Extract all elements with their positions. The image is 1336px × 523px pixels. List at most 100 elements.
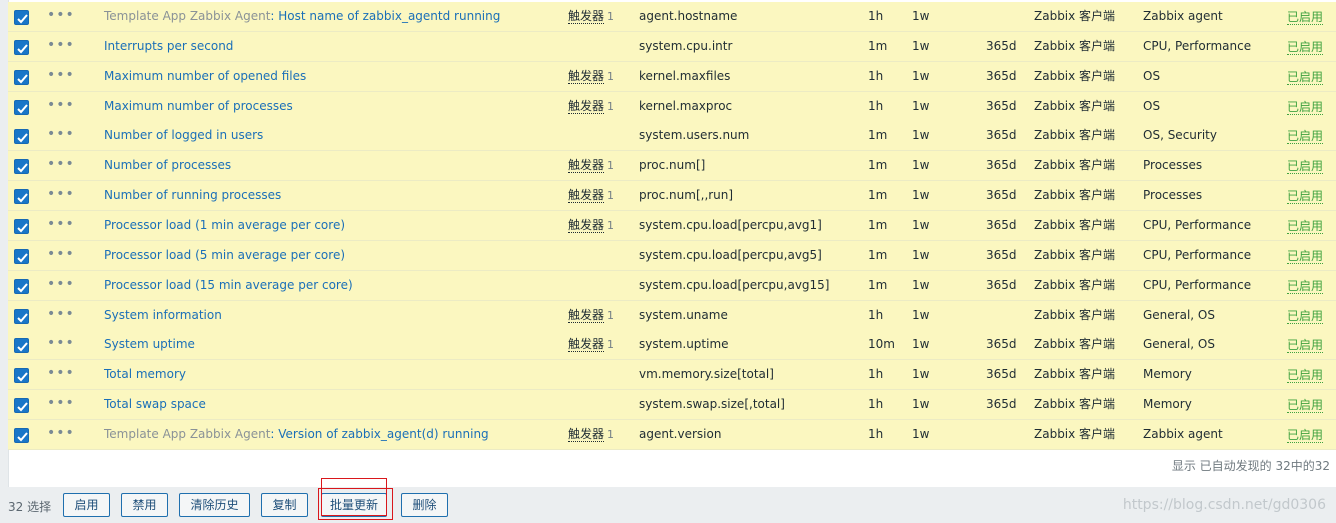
- item-trends: 365d: [986, 99, 1017, 113]
- status-toggle[interactable]: 已启用: [1287, 249, 1324, 264]
- row-checkbox[interactable]: [14, 70, 29, 85]
- row-menu-button[interactable]: •••: [47, 390, 75, 419]
- triggers-link[interactable]: 触发器 1: [568, 420, 614, 449]
- status-toggle[interactable]: 已启用: [1287, 159, 1324, 174]
- status-toggle[interactable]: 已启用: [1287, 10, 1324, 25]
- item-interval: 1h: [868, 99, 884, 113]
- item-name-link[interactable]: Processor load (5 min average per core): [104, 248, 345, 262]
- status-toggle[interactable]: 已启用: [1287, 428, 1324, 443]
- triggers-link[interactable]: 触发器 1: [568, 301, 614, 330]
- row-menu-button[interactable]: •••: [47, 360, 75, 389]
- item-history: 1w: [912, 278, 930, 292]
- item-name-link[interactable]: Interrupts per second: [104, 39, 233, 53]
- status-toggle[interactable]: 已启用: [1287, 40, 1324, 55]
- row-checkbox[interactable]: [14, 279, 29, 294]
- enable-button[interactable]: 启用: [63, 493, 110, 517]
- triggers-label[interactable]: 触发器: [568, 9, 605, 24]
- triggers-label[interactable]: 触发器: [568, 99, 605, 114]
- item-name-link[interactable]: Processor load (15 min average per core): [104, 278, 353, 292]
- item-type: Zabbix 客户端: [1034, 308, 1116, 322]
- row-menu-button[interactable]: •••: [47, 32, 75, 61]
- item-type: Zabbix 客户端: [1034, 248, 1116, 262]
- triggers-label[interactable]: 触发器: [568, 427, 605, 442]
- row-menu-button[interactable]: •••: [47, 92, 75, 121]
- item-name-link[interactable]: Number of processes: [104, 158, 231, 172]
- row-menu-button[interactable]: •••: [47, 271, 75, 300]
- row-checkbox[interactable]: [14, 309, 29, 324]
- status-toggle[interactable]: 已启用: [1287, 189, 1324, 204]
- triggers-count: 1: [607, 219, 615, 232]
- item-name-link[interactable]: Version of zabbix_agent(d) running: [278, 427, 488, 441]
- row-menu-button[interactable]: •••: [47, 330, 75, 359]
- item-history: 1w: [912, 308, 930, 322]
- checkmark-icon: [17, 432, 28, 442]
- row-menu-button[interactable]: •••: [47, 301, 75, 330]
- triggers-link[interactable]: 触发器 1: [568, 151, 614, 180]
- row-menu-button[interactable]: •••: [47, 62, 75, 91]
- template-link[interactable]: Template App Zabbix Agent: [104, 427, 270, 441]
- item-name-link[interactable]: Processor load (1 min average per core): [104, 218, 345, 232]
- status-toggle[interactable]: 已启用: [1287, 100, 1324, 115]
- row-checkbox[interactable]: [14, 219, 29, 234]
- triggers-link[interactable]: 触发器 1: [568, 330, 614, 359]
- row-checkbox[interactable]: [14, 10, 29, 25]
- row-checkbox[interactable]: [14, 129, 29, 144]
- clear-history-button[interactable]: 清除历史: [179, 493, 250, 517]
- triggers-label[interactable]: 触发器: [568, 158, 605, 173]
- triggers-label[interactable]: 触发器: [568, 188, 605, 203]
- status-toggle[interactable]: 已启用: [1287, 279, 1324, 294]
- item-name-link[interactable]: Number of logged in users: [104, 128, 263, 142]
- triggers-label[interactable]: 触发器: [568, 308, 605, 323]
- row-checkbox[interactable]: [14, 100, 29, 115]
- status-toggle[interactable]: 已启用: [1287, 338, 1324, 353]
- item-key: agent.hostname: [639, 9, 738, 23]
- triggers-link[interactable]: 触发器 1: [568, 2, 614, 31]
- row-menu-button[interactable]: •••: [47, 241, 75, 270]
- item-name-link[interactable]: Total swap space: [104, 397, 206, 411]
- status-toggle[interactable]: 已启用: [1287, 368, 1324, 383]
- row-checkbox[interactable]: [14, 368, 29, 383]
- item-name-link[interactable]: Maximum number of processes: [104, 99, 293, 113]
- triggers-label[interactable]: 触发器: [568, 337, 605, 352]
- status-toggle[interactable]: 已启用: [1287, 129, 1324, 144]
- triggers-label[interactable]: 触发器: [568, 69, 605, 84]
- item-applications: CPU, Performance: [1143, 218, 1252, 232]
- row-checkbox[interactable]: [14, 40, 29, 55]
- status-toggle[interactable]: 已启用: [1287, 309, 1324, 324]
- row-checkbox[interactable]: [14, 428, 29, 443]
- item-name-link[interactable]: System uptime: [104, 337, 195, 351]
- table-row: ••• Template App Zabbix Agent: Version of…: [8, 420, 1336, 450]
- item-name-link[interactable]: Number of running processes: [104, 188, 281, 202]
- triggers-link[interactable]: 触发器 1: [568, 92, 614, 121]
- row-menu-button[interactable]: •••: [47, 211, 75, 240]
- copy-button[interactable]: 复制: [261, 493, 308, 517]
- triggers-label[interactable]: 触发器: [568, 218, 605, 233]
- row-menu-button[interactable]: •••: [47, 2, 75, 31]
- disable-button[interactable]: 禁用: [121, 493, 168, 517]
- item-key: system.users.num: [639, 128, 750, 142]
- row-checkbox[interactable]: [14, 249, 29, 264]
- item-name-link[interactable]: Host name of zabbix_agentd running: [278, 9, 500, 23]
- item-name-link[interactable]: System information: [104, 308, 222, 322]
- triggers-link[interactable]: 触发器 1: [568, 211, 614, 240]
- status-toggle[interactable]: 已启用: [1287, 70, 1324, 85]
- row-checkbox[interactable]: [14, 398, 29, 413]
- row-menu-button[interactable]: •••: [47, 151, 75, 180]
- triggers-link[interactable]: 触发器 1: [568, 181, 614, 210]
- row-menu-button[interactable]: •••: [47, 181, 75, 210]
- row-menu-button[interactable]: •••: [47, 121, 75, 150]
- item-name-link[interactable]: Maximum number of opened files: [104, 69, 306, 83]
- item-name-link[interactable]: Total memory: [104, 367, 186, 381]
- row-checkbox[interactable]: [14, 338, 29, 353]
- triggers-link[interactable]: 触发器 1: [568, 62, 614, 91]
- status-toggle[interactable]: 已启用: [1287, 398, 1324, 413]
- status-toggle[interactable]: 已启用: [1287, 219, 1324, 234]
- delete-button[interactable]: 删除: [401, 493, 448, 517]
- row-checkbox[interactable]: [14, 159, 29, 174]
- item-interval: 1h: [868, 397, 884, 411]
- row-checkbox[interactable]: [14, 189, 29, 204]
- table-row: ••• Maximum number of processes 触发器 1 kernel…: [8, 92, 1336, 122]
- checkmark-icon: [17, 253, 28, 263]
- row-menu-button[interactable]: •••: [47, 420, 75, 449]
- template-link[interactable]: Template App Zabbix Agent: [104, 9, 270, 23]
